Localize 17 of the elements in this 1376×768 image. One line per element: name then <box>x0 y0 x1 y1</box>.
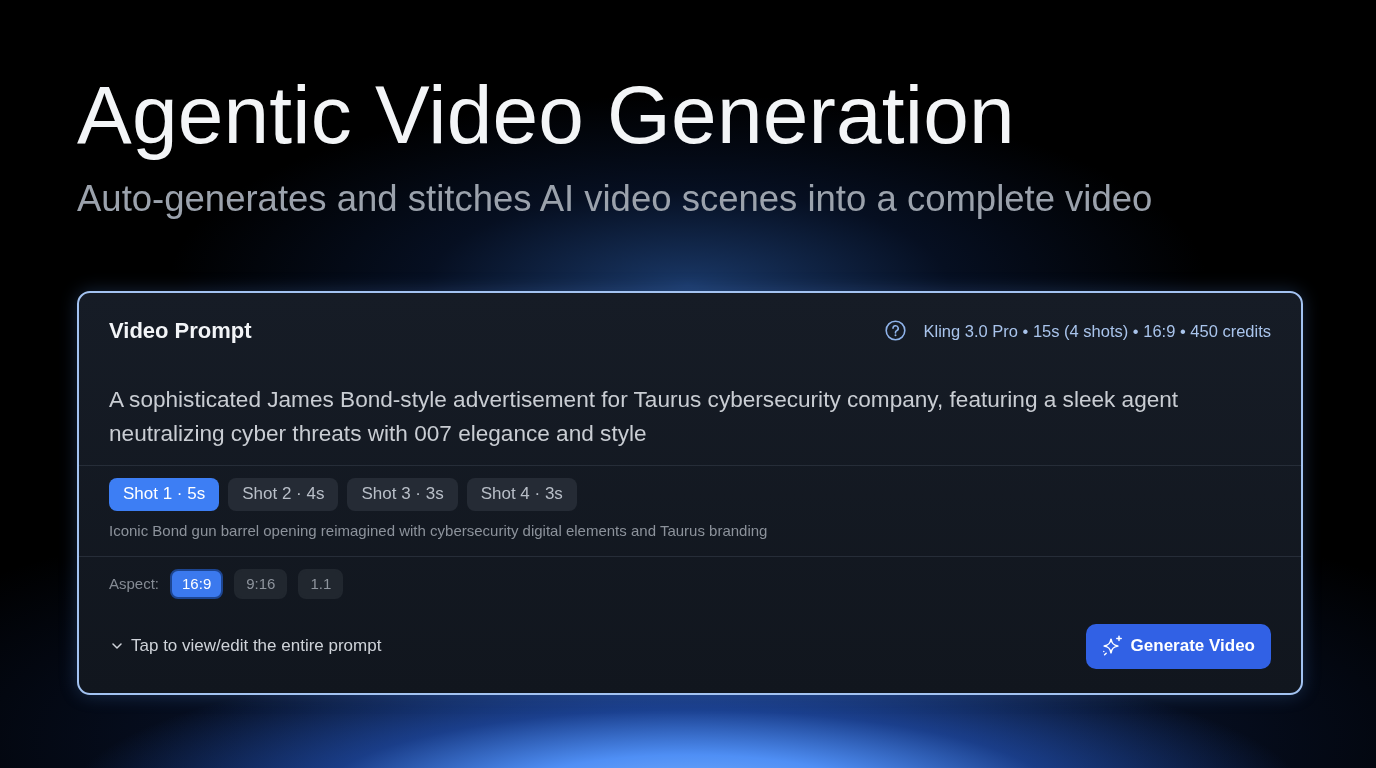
card-title: Video Prompt <box>109 317 252 344</box>
shot-tab[interactable]: Shot 3 · 3s <box>347 477 458 511</box>
shot-tab[interactable]: Shot 2 · 4s <box>228 477 339 511</box>
expand-prompt-toggle[interactable]: Tap to view/edit the entire prompt <box>109 636 382 657</box>
aspect-option[interactable]: 1.1 <box>298 568 344 599</box>
generate-video-button[interactable]: Generate Video <box>1085 623 1271 669</box>
page-subtitle: Auto-generates and stitches AI video scenes into a complete video <box>77 177 1153 221</box>
aspect-option[interactable]: 9:16 <box>234 568 288 599</box>
aspect-option[interactable]: 16:9 <box>170 568 224 599</box>
prompt-text: A sophisticated James Bond-style advertisement for Taurus cybersecurity company, featuring a sleek agent neutralizing cyber threats with 007 elegance and style <box>108 385 1180 448</box>
model-info: Kling 3.0 Pro • 15s (4 shots) • 16:9 • 450 credits <box>923 320 1271 342</box>
sparkle-icon <box>1101 635 1124 658</box>
aspect-label: Aspect: <box>109 575 160 593</box>
shot-tab[interactable]: Shot 1 · 5s <box>109 477 220 511</box>
shot-tab[interactable]: Shot 4 · 3s <box>466 477 577 511</box>
help-icon[interactable] <box>885 320 907 342</box>
shot-description: Iconic Bond gun barrel opening reimagined with cybersecurity digital elements and Taurus branding <box>108 520 769 541</box>
